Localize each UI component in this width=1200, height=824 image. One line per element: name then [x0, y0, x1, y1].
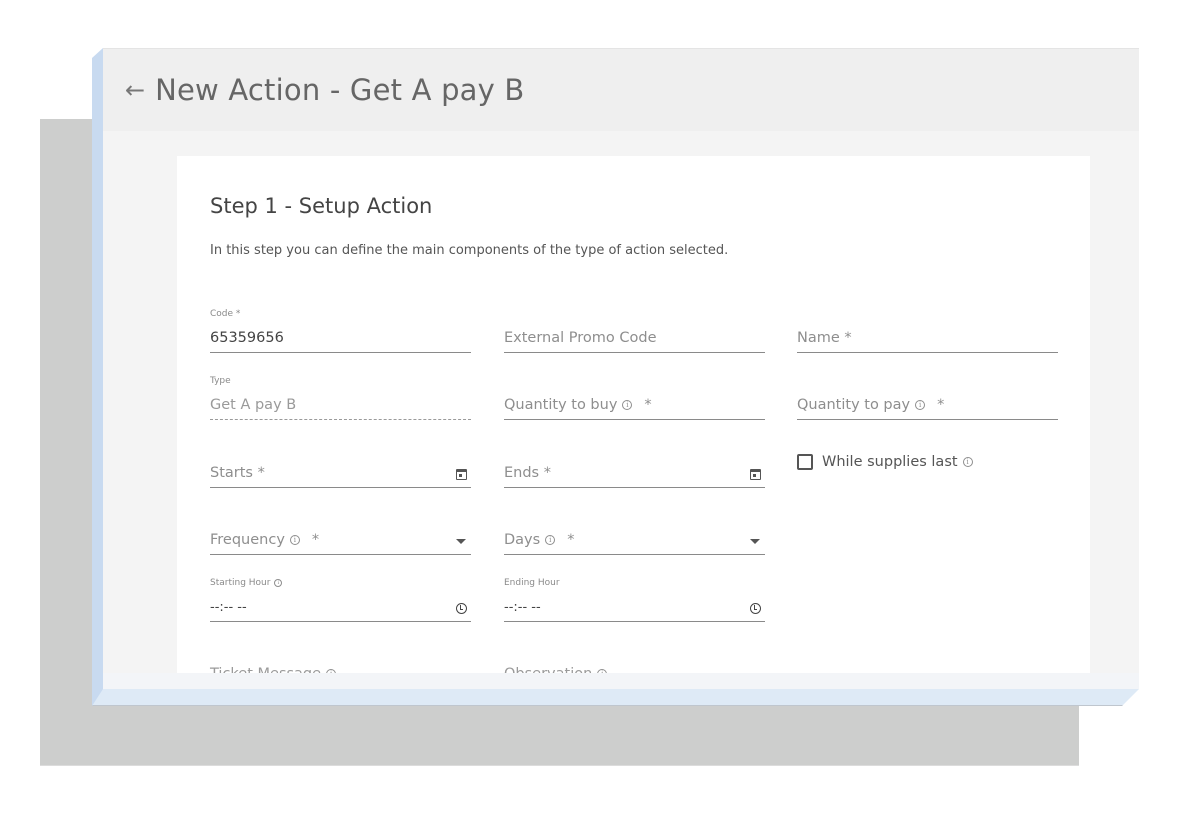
required-marker: * [644, 397, 652, 413]
type-field: Type Get A pay B [210, 374, 471, 420]
name-field[interactable]: Name * [797, 307, 1058, 353]
step-title: Step 1 - Setup Action [210, 194, 433, 218]
starting-hour-value: --:-- -- [210, 600, 247, 615]
calendar-icon[interactable] [455, 468, 467, 480]
quantity-to-pay-field[interactable]: Quantity to pay i * [797, 374, 1058, 420]
page-header: ← New Action - Get A pay B [103, 48, 1139, 131]
starting-hour-label: Starting Hour [210, 578, 271, 588]
quantity-to-buy-placeholder: Quantity to buy [504, 397, 618, 413]
setup-action-card: Step 1 - Setup Action In this step you c… [177, 156, 1090, 676]
external-promo-code-placeholder: External Promo Code [504, 330, 657, 346]
frequency-select[interactable]: Frequency i * [210, 509, 471, 555]
info-icon[interactable]: i [915, 400, 926, 410]
ending-hour-value: --:-- -- [504, 600, 541, 615]
page-title: New Action - Get A pay B [155, 73, 525, 107]
code-field[interactable]: Code * 65359656 [210, 307, 471, 353]
window-bottom-strip [103, 673, 1139, 689]
starting-hour-field[interactable]: Starting Hour i --:-- -- [210, 576, 471, 622]
while-supplies-last-checkbox[interactable]: While supplies last i [797, 454, 973, 470]
name-placeholder: Name * [797, 330, 852, 346]
info-icon[interactable]: i [289, 535, 300, 545]
starts-date-field[interactable]: Starts * [210, 442, 471, 488]
app-window: ← New Action - Get A pay B Step 1 - Setu… [103, 48, 1139, 689]
code-value: 65359656 [210, 330, 284, 346]
required-marker: * [567, 532, 575, 548]
required-marker: * [937, 397, 945, 413]
clock-icon[interactable] [749, 602, 761, 614]
window-edge-left [92, 48, 103, 706]
code-label: Code * [210, 309, 241, 319]
window-edge-bottom [92, 689, 1139, 706]
ends-placeholder: Ends * [504, 465, 551, 481]
ends-date-field[interactable]: Ends * [504, 442, 765, 488]
type-value: Get A pay B [210, 397, 297, 413]
while-supplies-last-label: While supplies last [822, 454, 958, 470]
step-description: In this step you can define the main com… [210, 243, 729, 258]
ending-hour-field[interactable]: Ending Hour --:-- -- [504, 576, 765, 622]
info-icon[interactable]: i [962, 457, 973, 467]
clock-icon[interactable] [455, 602, 467, 614]
required-marker: * [311, 532, 320, 548]
quantity-to-buy-field[interactable]: Quantity to buy i * [504, 374, 765, 420]
info-icon[interactable]: i [274, 579, 283, 587]
arrow-left-icon[interactable]: ← [125, 78, 145, 102]
frequency-placeholder: Frequency [210, 532, 285, 548]
ending-hour-label: Ending Hour [504, 578, 560, 588]
checkbox-box[interactable] [797, 454, 813, 470]
calendar-icon[interactable] [749, 468, 761, 480]
dropdown-caret-icon[interactable] [749, 535, 761, 547]
type-label: Type [210, 376, 231, 386]
quantity-to-pay-placeholder: Quantity to pay [797, 397, 911, 413]
days-select[interactable]: Days i * [504, 509, 765, 555]
info-icon[interactable]: i [622, 400, 633, 410]
days-placeholder: Days [504, 532, 541, 548]
dropdown-caret-icon[interactable] [455, 535, 467, 547]
starts-placeholder: Starts * [210, 465, 265, 481]
external-promo-code-field[interactable]: External Promo Code [504, 307, 765, 353]
info-icon[interactable]: i [545, 535, 556, 545]
